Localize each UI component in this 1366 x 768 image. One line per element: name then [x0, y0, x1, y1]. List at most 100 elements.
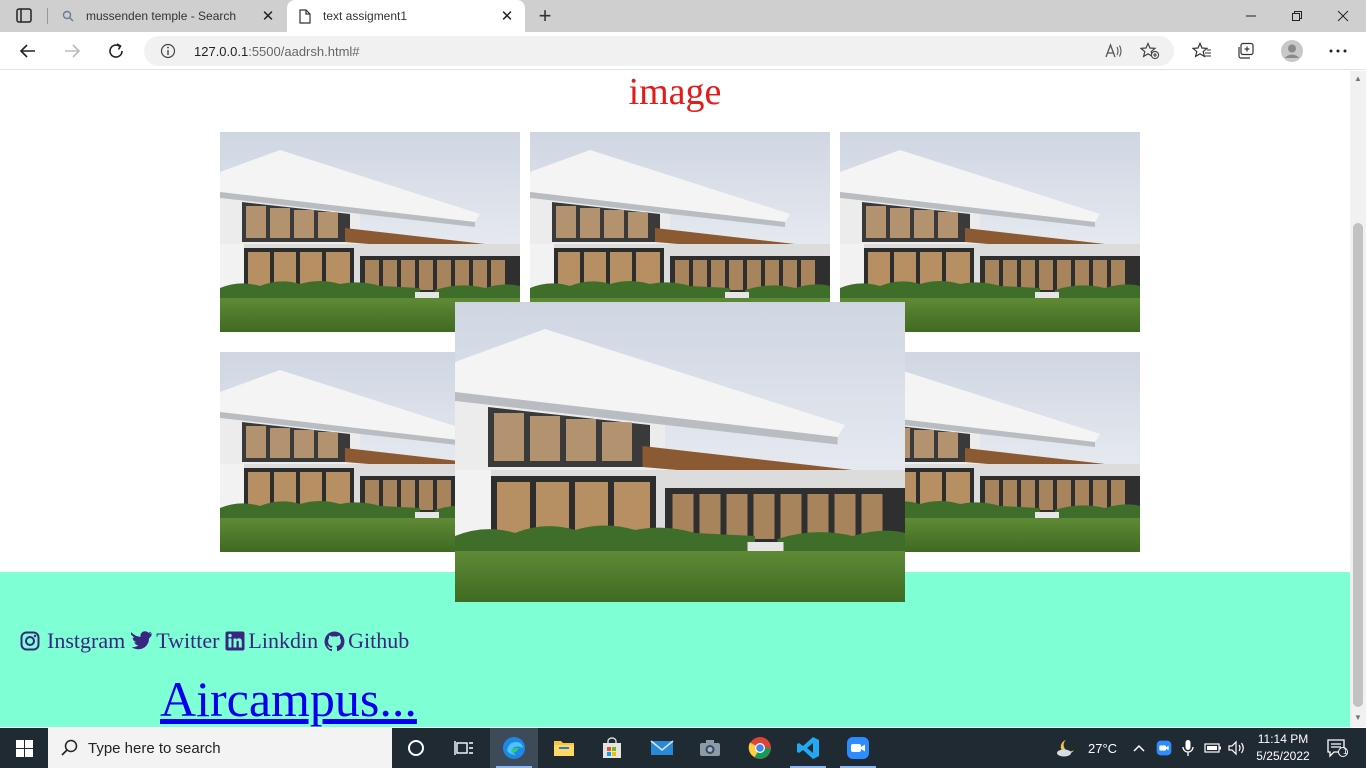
tab-label: mussenden temple - Search [86, 9, 237, 23]
tab-actions-button[interactable] [10, 6, 38, 26]
tab-text-assignment[interactable]: text assigment1 ✕ [287, 0, 525, 32]
battery-button[interactable] [1204, 728, 1222, 768]
vscode-button[interactable] [784, 728, 832, 768]
social-link-instagram[interactable]: Instgram [20, 628, 125, 654]
refresh-icon [109, 43, 123, 58]
social-label: Linkdin [248, 628, 319, 653]
store-bag-icon [603, 737, 621, 758]
close-icon [1337, 10, 1349, 22]
clock-time: 11:14 PM [1257, 732, 1309, 746]
read-aloud-icon [1105, 43, 1122, 58]
camera-icon [700, 740, 720, 756]
instagram-icon [20, 631, 40, 651]
address-bar[interactable]: 127.0.0.1:5500/aadrsh.html# [144, 36, 1174, 66]
collections-icon [1238, 42, 1254, 59]
social-label: Instgram [47, 628, 126, 653]
social-link-github[interactable]: Github [324, 628, 409, 654]
star-add-icon [1140, 42, 1160, 60]
taskbar-search-box[interactable]: Type here to search [48, 728, 392, 768]
restore-icon [1292, 11, 1302, 21]
page-viewport: image Instgram Twitter Linkdin Github Ai… [0, 71, 1350, 727]
action-center-button[interactable]: 1 [1322, 728, 1352, 768]
minimize-button[interactable] [1228, 0, 1274, 32]
zoom-tray-icon [1156, 740, 1172, 756]
social-link-twitter[interactable]: Twitter [131, 628, 219, 654]
chevron-up-icon [1133, 744, 1145, 752]
speaker-icon [1228, 740, 1244, 756]
add-favorite-button[interactable] [1140, 41, 1160, 61]
new-tab-button[interactable]: + [534, 5, 556, 27]
battery-icon [1204, 743, 1221, 753]
clock-date: 5/25/2022 [1256, 749, 1310, 763]
chrome-icon [748, 737, 771, 759]
tab-search[interactable]: mussenden temple - Search ✕ [50, 0, 286, 32]
page-heading: image [628, 71, 722, 113]
refresh-button[interactable] [104, 39, 128, 63]
social-label: Github [348, 628, 410, 653]
site-info-icon[interactable] [160, 43, 176, 59]
vscode-icon [797, 737, 819, 759]
weather-widget[interactable]: 27°C [1056, 728, 1117, 768]
tab-divider [47, 8, 48, 24]
close-tab-icon[interactable]: ✕ [497, 6, 517, 26]
read-aloud-button[interactable] [1104, 41, 1124, 61]
zoom-button[interactable] [834, 728, 882, 768]
volume-button[interactable] [1228, 728, 1246, 768]
twitter-icon [131, 631, 153, 650]
tab-actions-icon [16, 8, 32, 23]
social-links: Instgram Twitter Linkdin Github [20, 628, 415, 654]
browser-tab-strip: mussenden temple - Search ✕ text assigme… [0, 0, 1366, 32]
restore-button[interactable] [1274, 0, 1320, 32]
notification-count: 1 [1343, 747, 1348, 756]
social-link-linkedin[interactable]: Linkdin [225, 628, 318, 654]
favorites-button[interactable] [1190, 39, 1214, 63]
mail-icon [650, 740, 674, 755]
microphone-icon [1182, 740, 1194, 756]
gallery-image-5-enlarged[interactable] [455, 302, 905, 602]
close-window-button[interactable] [1320, 0, 1366, 32]
back-button[interactable] [16, 39, 40, 63]
search-placeholder: Type here to search [88, 739, 221, 757]
aircampus-link[interactable]: Aircampus... [160, 669, 417, 727]
minimize-icon [1246, 15, 1256, 17]
show-hidden-icons-button[interactable] [1132, 728, 1146, 768]
settings-more-button[interactable] [1326, 39, 1350, 63]
browser-toolbar: 127.0.0.1:5500/aadrsh.html# [0, 32, 1366, 70]
forward-button[interactable] [60, 39, 84, 63]
search-icon [61, 739, 78, 756]
windows-logo-icon [15, 739, 33, 757]
zoom-tray-button[interactable] [1156, 728, 1172, 768]
scroll-down-arrow-icon[interactable]: ▼ [1353, 713, 1363, 723]
profile-button[interactable] [1280, 39, 1304, 63]
edge-taskbar-button[interactable] [490, 728, 538, 768]
page-scrollbar[interactable]: ▲ ▼ [1350, 71, 1366, 727]
task-view-button[interactable] [440, 728, 488, 768]
tab-label: text assigment1 [323, 9, 408, 23]
close-tab-icon[interactable]: ✕ [258, 6, 278, 26]
page-favicon-icon [297, 8, 313, 24]
edge-browser-icon [503, 737, 525, 759]
folder-icon [554, 741, 574, 756]
social-label: Twitter [156, 628, 220, 653]
chrome-button[interactable] [736, 728, 784, 768]
cortana-button[interactable] [392, 728, 440, 768]
store-button[interactable] [588, 728, 636, 768]
house-image [455, 302, 905, 602]
arrow-left-icon [19, 44, 35, 58]
taskbar-clock[interactable]: 11:14 PM 5/25/2022 [1250, 731, 1316, 765]
start-button[interactable] [0, 728, 48, 768]
windows-taskbar: Type here to search 27°C 11:14 PM 5/25/2… [0, 728, 1366, 768]
scrollbar-thumb[interactable] [1353, 223, 1363, 707]
mail-button[interactable] [638, 728, 686, 768]
url-path: :5500/aadrsh.html# [248, 44, 360, 59]
scroll-up-arrow-icon[interactable]: ▲ [1353, 74, 1363, 84]
search-favicon-icon [60, 8, 76, 24]
zoom-video-icon [847, 737, 869, 759]
camera-button[interactable] [686, 728, 734, 768]
microphone-button[interactable] [1182, 728, 1194, 768]
avatar-icon [1281, 40, 1303, 62]
collections-button[interactable] [1234, 39, 1258, 63]
cortana-icon [408, 740, 424, 756]
file-explorer-button[interactable] [540, 728, 588, 768]
favorites-icon [1192, 42, 1211, 58]
